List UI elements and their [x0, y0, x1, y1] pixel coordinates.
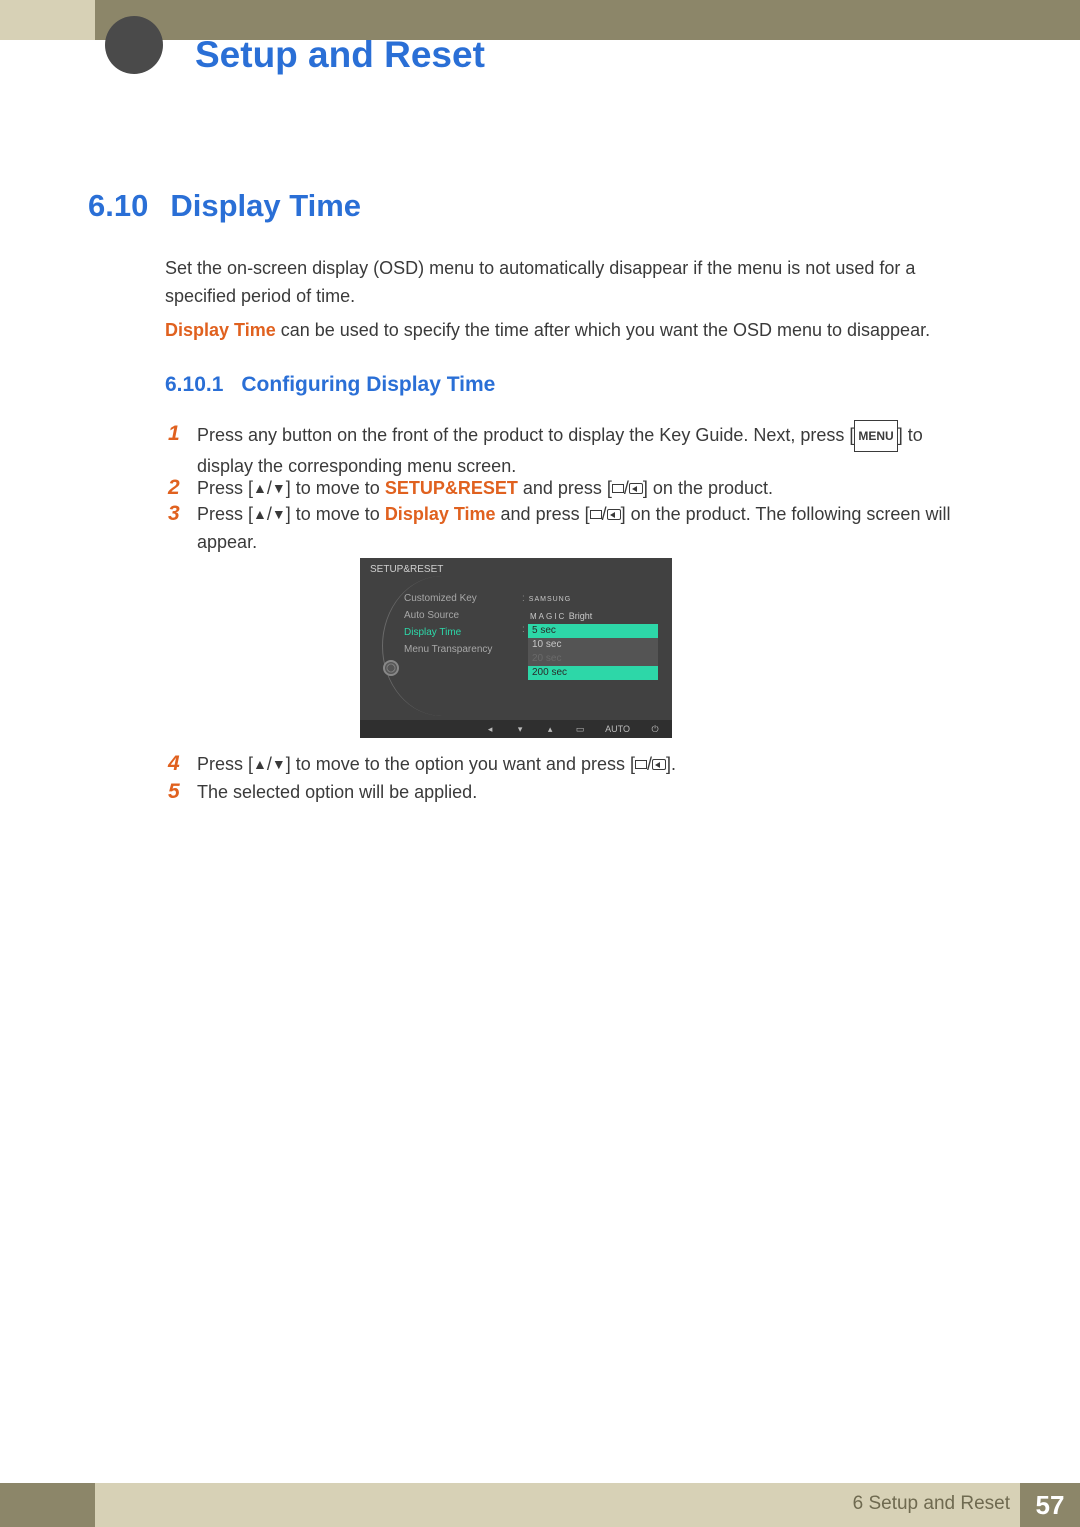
menu-key-icon: MENU	[854, 420, 897, 452]
section-number: 6.10	[88, 188, 148, 224]
step-5: 5 The selected option will be applied.	[168, 778, 968, 806]
step-4-number: 4	[168, 750, 192, 778]
up-arrow-icon: ▲	[253, 506, 267, 522]
subsection-number: 6.10.1	[165, 373, 223, 397]
nav-enter-icon: ▭	[575, 724, 585, 734]
step-5-number: 5	[168, 778, 192, 806]
down-arrow-icon: ▼	[272, 756, 286, 772]
step-4-text-a: Press [	[197, 754, 253, 774]
step-4-text-b: ] to move to the option you want and pre…	[286, 754, 635, 774]
step-2-number: 2	[168, 474, 192, 502]
enter-icon	[629, 483, 643, 494]
osd-menu-item: Customized Key	[404, 590, 492, 607]
step-1-text-a: Press any button on the front of the pro…	[197, 425, 854, 445]
source-icon	[590, 510, 602, 519]
step-2: 2 Press [▲/▼] to move to SETUP&RESET and…	[168, 474, 968, 502]
footer-chapter-label: 6 Setup and Reset	[853, 1493, 1010, 1515]
osd-value: :SAMSUNGMAGIC Bright	[522, 590, 592, 625]
osd-option: 20 sec	[528, 652, 658, 666]
step-1: 1 Press any button on the front of the p…	[168, 420, 968, 480]
intro-paragraph-1: Set the on-screen display (OSD) menu to …	[165, 254, 965, 310]
header-banner-accent	[0, 0, 95, 40]
nav-up-icon: ▴	[545, 724, 555, 734]
enter-icon	[652, 759, 666, 770]
subsection-title: Configuring Display Time	[241, 373, 495, 397]
up-arrow-icon: ▲	[253, 480, 267, 496]
chapter-badge-icon	[105, 16, 163, 74]
section-heading: 6.10 Display Time	[88, 188, 361, 224]
page-number: 57	[1020, 1483, 1080, 1527]
enter-icon	[607, 509, 621, 520]
step-3-strong: Display Time	[385, 504, 496, 524]
step-3-text-b: ] to move to	[286, 504, 385, 524]
footer-accent	[0, 1483, 95, 1527]
power-icon: ⏻	[650, 724, 660, 734]
osd-menu-item: Auto Source	[404, 607, 492, 624]
header-banner	[0, 0, 1080, 40]
step-3-number: 3	[168, 500, 192, 528]
intro-paragraph-2-rest: can be used to specify the time after wh…	[276, 320, 930, 340]
down-arrow-icon: ▼	[272, 480, 286, 496]
osd-options-dropdown: 5 sec 10 sec 20 sec 200 sec	[528, 624, 658, 680]
down-arrow-icon: ▼	[272, 506, 286, 522]
step-2-text-b: ] to move to	[286, 478, 385, 498]
step-3: 3 Press [▲/▼] to move to Display Time an…	[168, 500, 968, 556]
step-3-text-c: and press [	[496, 504, 590, 524]
source-icon	[612, 484, 624, 493]
chapter-title: Setup and Reset	[195, 34, 485, 76]
step-5-text: The selected option will be applied.	[197, 778, 957, 806]
osd-option-selected: 5 sec	[528, 624, 658, 638]
step-1-number: 1	[168, 420, 192, 448]
gear-icon	[383, 660, 399, 676]
nav-auto-label: AUTO	[605, 724, 630, 734]
display-time-label: Display Time	[165, 320, 276, 340]
nav-back-icon: ◂	[485, 724, 495, 734]
osd-title: SETUP&RESET	[370, 564, 443, 575]
step-4: 4 Press [▲/▼] to move to the option you …	[168, 750, 968, 778]
step-4-text-c: ].	[666, 754, 676, 774]
footer-bar: 6 Setup and Reset 57	[0, 1483, 1080, 1527]
step-2-strong: SETUP&RESET	[385, 478, 518, 498]
osd-menu-list: Customized Key Auto Source Display Time …	[404, 590, 492, 658]
step-3-text-a: Press [	[197, 504, 253, 524]
osd-menu-item: Menu Transparency	[404, 641, 492, 658]
up-arrow-icon: ▲	[253, 756, 267, 772]
intro-paragraph-2: Display Time can be used to specify the …	[165, 316, 965, 344]
step-2-text-c: and press [	[518, 478, 612, 498]
osd-menu-item-active: Display Time	[404, 624, 492, 641]
step-2-text-a: Press [	[197, 478, 253, 498]
osd-screenshot: SETUP&RESET Customized Key Auto Source D…	[360, 558, 672, 738]
nav-down-icon: ▾	[515, 724, 525, 734]
osd-navbar: ◂ ▾ ▴ ▭ AUTO ⏻	[360, 720, 672, 738]
osd-option: 200 sec	[528, 666, 658, 680]
osd-option: 10 sec	[528, 638, 658, 652]
subsection-heading: 6.10.1 Configuring Display Time	[165, 373, 495, 397]
section-title: Display Time	[170, 188, 361, 224]
source-icon	[635, 760, 647, 769]
step-2-text-d: ] on the product.	[643, 478, 773, 498]
